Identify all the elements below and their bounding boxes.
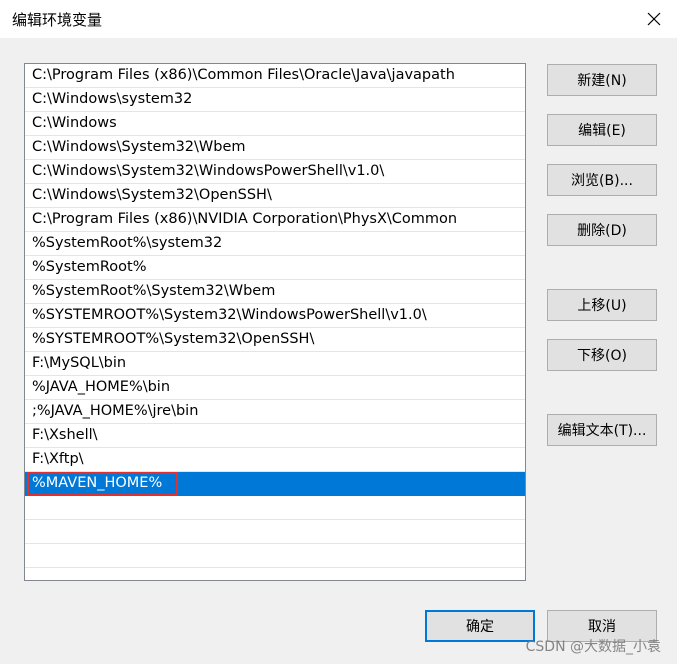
path-list-item-text: %SystemRoot%\system32: [32, 235, 223, 251]
path-list-item-text: %MAVEN_HOME%: [32, 475, 163, 491]
path-list-item-text: C:\Windows\system32: [32, 91, 193, 107]
path-listbox[interactable]: C:\Program Files (x86)\Common Files\Orac…: [24, 63, 526, 581]
path-list-item-text: F:\Xftp\: [32, 451, 84, 467]
path-list-item-text: C:\Windows\System32\Wbem: [32, 139, 246, 155]
path-list-item-text: F:\MySQL\bin: [32, 355, 127, 371]
path-list-item[interactable]: C:\Windows\system32: [25, 88, 525, 112]
browse-button[interactable]: 浏览(B)...: [547, 164, 657, 196]
path-list-item[interactable]: C:\Windows: [25, 112, 525, 136]
path-list-item[interactable]: %MAVEN_HOME%: [25, 472, 525, 496]
delete-button[interactable]: 删除(D): [547, 214, 657, 246]
path-list-item-text: C:\Windows: [32, 115, 117, 131]
empty-list-row: [25, 496, 525, 520]
path-list-item[interactable]: %JAVA_HOME%\bin: [25, 376, 525, 400]
path-list-item-text: C:\Windows\System32\WindowsPowerShell\v1…: [32, 163, 385, 179]
path-list-item-text: C:\Windows\System32\OpenSSH\: [32, 187, 272, 203]
watermark: CSDN @大数据_小袁: [525, 639, 661, 655]
path-list-item-text: %JAVA_HOME%\bin: [32, 379, 171, 395]
path-list-item-text: ;%JAVA_HOME%\jre\bin: [32, 403, 199, 419]
path-list-item-text: %SYSTEMROOT%\System32\WindowsPowerShell\…: [32, 307, 427, 323]
new-button[interactable]: 新建(N): [547, 64, 657, 96]
close-button[interactable]: [631, 0, 677, 38]
path-list-item[interactable]: %SYSTEMROOT%\System32\OpenSSH\: [25, 328, 525, 352]
window-title: 编辑环境变量: [12, 11, 103, 29]
path-list-item[interactable]: C:\Windows\System32\Wbem: [25, 136, 525, 160]
path-list-item-text: F:\Xshell\: [32, 427, 98, 443]
path-list-item[interactable]: C:\Windows\System32\OpenSSH\: [25, 184, 525, 208]
empty-list-row: [25, 520, 525, 544]
ok-button[interactable]: 确定: [425, 610, 535, 642]
path-list-item-text: C:\Program Files (x86)\Common Files\Orac…: [32, 67, 455, 83]
path-list-item-text: C:\Program Files (x86)\NVIDIA Corporatio…: [32, 211, 458, 227]
edit-text-button[interactable]: 编辑文本(T)...: [547, 414, 657, 446]
title-bar: 编辑环境变量: [0, 0, 677, 38]
path-list-item[interactable]: %SystemRoot%\system32: [25, 232, 525, 256]
path-list-item[interactable]: F:\MySQL\bin: [25, 352, 525, 376]
path-list-item[interactable]: ;%JAVA_HOME%\jre\bin: [25, 400, 525, 424]
path-list-item[interactable]: %SystemRoot%: [25, 256, 525, 280]
move-down-button[interactable]: 下移(O): [547, 339, 657, 371]
path-list-item[interactable]: C:\Windows\System32\WindowsPowerShell\v1…: [25, 160, 525, 184]
path-list-item-text: %SystemRoot%: [32, 259, 147, 275]
path-list-item[interactable]: F:\Xftp\: [25, 448, 525, 472]
path-list-item[interactable]: C:\Program Files (x86)\NVIDIA Corporatio…: [25, 208, 525, 232]
path-list-item[interactable]: %SystemRoot%\System32\Wbem: [25, 280, 525, 304]
path-list-item[interactable]: %SYSTEMROOT%\System32\WindowsPowerShell\…: [25, 304, 525, 328]
move-up-button[interactable]: 上移(U): [547, 289, 657, 321]
path-list-item-text: %SystemRoot%\System32\Wbem: [32, 283, 276, 299]
path-list-item[interactable]: C:\Program Files (x86)\Common Files\Orac…: [25, 64, 525, 88]
path-list-item-text: %SYSTEMROOT%\System32\OpenSSH\: [32, 331, 315, 347]
path-list-item[interactable]: F:\Xshell\: [25, 424, 525, 448]
edit-env-var-dialog: 编辑环境变量 C:\Program Files (x86)\Common Fil…: [0, 0, 677, 664]
empty-list-row: [25, 544, 525, 568]
edit-button[interactable]: 编辑(E): [547, 114, 657, 146]
close-icon: [647, 12, 661, 26]
